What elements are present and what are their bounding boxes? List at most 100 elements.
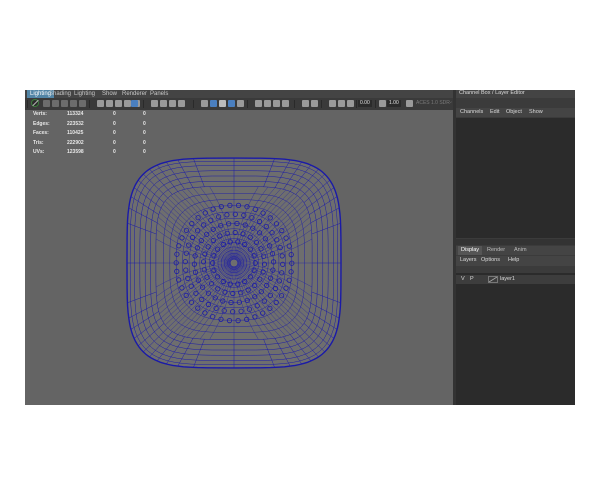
shadows-icon[interactable] [264, 100, 271, 107]
layer-row[interactable]: V P layer1 [456, 275, 575, 284]
toolbar-separator [321, 100, 322, 108]
layer-visibility-toggle[interactable]: V [461, 276, 465, 282]
tab-display[interactable]: Display [458, 246, 483, 255]
camera-view-icon[interactable] [329, 100, 336, 107]
toolbar-separator [193, 100, 194, 108]
resolution-gate-icon[interactable] [115, 100, 122, 107]
toolbar-separator [294, 100, 295, 108]
camera-lock-icon[interactable] [52, 100, 59, 107]
hud-row: UVs: 123598 0 0 [31, 148, 161, 158]
gate-mask-icon[interactable] [124, 100, 131, 107]
grid-toggle-icon[interactable] [97, 100, 104, 107]
depth-of-field-icon[interactable] [311, 100, 318, 107]
hud-value-selected: 0 [113, 130, 116, 136]
menu-options[interactable]: Options [481, 257, 500, 263]
layer-list: V P layer1 [456, 273, 575, 405]
hud-row: Faces: 110425 0 0 [31, 129, 161, 139]
toolbar-separator [247, 100, 248, 108]
poly-count-hud: Verts: 113324 0 0 Edges: 223532 0 0 Faces: 110425… [31, 110, 161, 158]
isolate-select-icon[interactable] [201, 100, 208, 107]
hud-value-total: 110425 [67, 130, 84, 136]
smooth-shade-icon[interactable] [151, 100, 158, 107]
color-management-icon[interactable] [406, 100, 413, 107]
hud-value-total: 222902 [67, 139, 84, 146]
bounding-box-icon[interactable] [169, 100, 176, 107]
layer-editor-separator[interactable] [456, 239, 575, 245]
hud-value-selected: 0 [113, 149, 116, 155]
exposure-field[interactable]: 0.00 [358, 100, 372, 107]
menu-layers[interactable]: Layers [460, 257, 477, 263]
screen-space-ao-icon[interactable] [273, 100, 280, 107]
tab-render[interactable]: Render [484, 246, 508, 255]
channel-box-body [456, 118, 575, 238]
flat-shade-icon[interactable] [160, 100, 167, 107]
points-icon[interactable] [178, 100, 185, 107]
layer-editor-menu: Layers Options Help [456, 256, 575, 266]
channel-box-header: Channel Box / Layer Editor [456, 90, 575, 98]
all-lights-icon[interactable] [255, 100, 262, 107]
layer-slash-icon [489, 277, 497, 282]
hud-label: Tris: [33, 139, 44, 146]
hud-label: Faces: [33, 130, 49, 136]
hud-label: Verts: [33, 111, 47, 117]
gamma-icon[interactable] [347, 100, 354, 107]
hud-label: UVs: [33, 149, 45, 155]
menu-lighting[interactable]: Lighting [74, 90, 95, 98]
wireframe-on-shaded-icon[interactable] [210, 100, 217, 107]
anti-aliasing-icon[interactable] [302, 100, 309, 107]
tab-anim[interactable]: Anim [511, 246, 530, 255]
camera-attributes-icon[interactable] [61, 100, 68, 107]
hud-value-extra: 0 [143, 149, 146, 155]
layer-editor-tabs: Display Render Anim [456, 246, 575, 255]
hud-value-total: 123598 [67, 149, 84, 155]
camera-select-icon[interactable] [43, 100, 50, 107]
perspective-viewport[interactable]: Verts: 113324 0 0 Edges: 223532 0 0 Faces: 110425… [25, 110, 453, 405]
hud-value-extra: 0 [143, 111, 146, 117]
menu-show[interactable]: Show [529, 109, 543, 115]
wireframe-icon[interactable] [131, 100, 138, 107]
toolbar-separator [89, 100, 90, 108]
menu-panels[interactable]: Panels [150, 90, 168, 98]
hud-value-total: 223532 [67, 120, 84, 127]
camera-toggle-icon[interactable] [338, 100, 345, 107]
toolbar-separator [143, 100, 144, 108]
layer-playback-toggle[interactable]: P [470, 276, 474, 282]
hud-value-selected: 0 [113, 139, 116, 146]
toolbar-separator [375, 100, 376, 108]
layer-name[interactable]: layer1 [500, 276, 515, 282]
film-gate-icon[interactable] [106, 100, 113, 107]
menu-object[interactable]: Object [506, 109, 522, 115]
hud-value-extra: 0 [143, 130, 146, 136]
menu-show[interactable]: Show [102, 90, 117, 98]
viewport-menu-bar: Lighting Shading Lighting Show Renderer … [25, 90, 453, 98]
hud-value-total: 113324 [67, 111, 84, 117]
hud-label: Edges: [33, 120, 50, 127]
hud-value-selected: 0 [113, 120, 116, 127]
xray-icon[interactable] [219, 100, 226, 107]
image-plane-icon[interactable] [79, 100, 86, 107]
hud-row: Edges: 223532 0 0 [31, 120, 161, 130]
hud-row: Tris: 222902 0 0 [31, 139, 161, 149]
menu-shading[interactable]: Shading [49, 90, 71, 98]
hud-value-extra: 0 [143, 139, 146, 146]
channel-box-menu: Channels Edit Object Show [456, 108, 575, 117]
gamma-value-icon[interactable] [379, 100, 386, 107]
color-space-label: ACES 1.0 SDR-video (sRGB) [416, 100, 452, 106]
hud-row: Verts: 113324 0 0 [31, 110, 161, 120]
motion-blur-icon[interactable] [282, 100, 289, 107]
menu-channels[interactable]: Channels [460, 109, 483, 115]
use-default-material-icon[interactable] [237, 100, 244, 107]
menu-renderer[interactable]: Renderer [122, 90, 147, 98]
no-entry-icon[interactable] [31, 99, 39, 107]
hud-value-extra: 0 [143, 120, 146, 127]
gamma-field[interactable]: 1.00 [387, 100, 401, 107]
maya-window: Lighting Shading Lighting Show Renderer … [25, 90, 575, 405]
menu-edit[interactable]: Edit [490, 109, 499, 115]
xray-joints-icon[interactable] [228, 100, 235, 107]
toolbar-separator [27, 100, 28, 108]
toolbar-separator [356, 100, 357, 108]
menu-help[interactable]: Help [508, 257, 519, 263]
layer-color-swatch[interactable] [488, 276, 498, 283]
bookmark-icon[interactable] [70, 100, 77, 107]
channel-box-layer-editor: Channel Box / Layer Editor Channels Edit… [456, 90, 575, 405]
